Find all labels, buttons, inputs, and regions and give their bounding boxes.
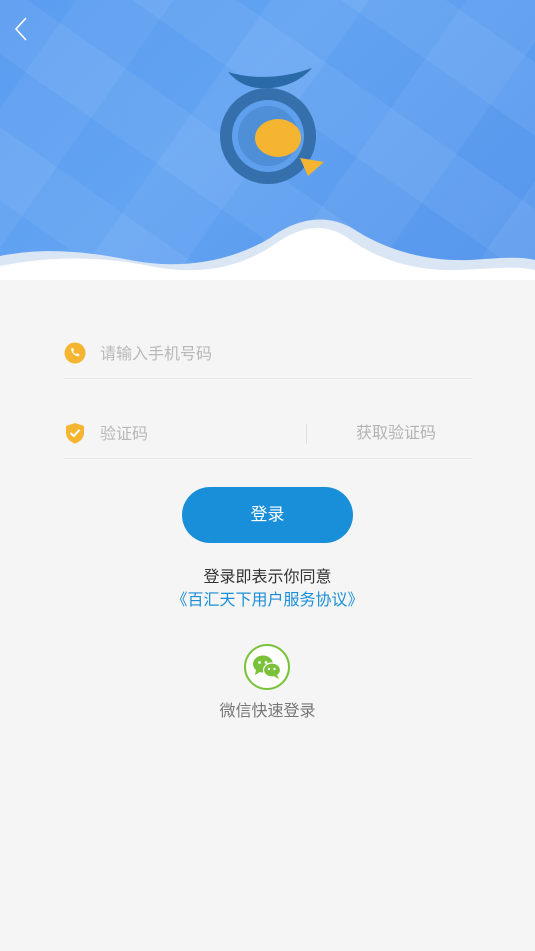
phone-field xyxy=(64,328,472,379)
agreement-text: 登录即表示你同意 xyxy=(203,567,332,586)
wechat-login-label[interactable]: 微信快速登录 xyxy=(0,697,535,721)
get-code-button[interactable]: 获取验证码 xyxy=(316,420,476,446)
phone-icon xyxy=(64,342,86,364)
wave-divider xyxy=(0,219,535,280)
app-logo xyxy=(220,68,324,184)
back-button[interactable] xyxy=(8,14,34,44)
verification-code-field: 获取验证码 xyxy=(64,408,472,459)
wechat-login-button[interactable] xyxy=(244,644,290,690)
header-banner xyxy=(0,0,535,280)
code-divider xyxy=(306,424,307,444)
agreement-link[interactable]: 《百汇天下用户服务协议》 xyxy=(0,586,535,610)
shield-check-icon xyxy=(66,423,84,444)
phone-input[interactable] xyxy=(100,338,290,368)
verification-code-input[interactable] xyxy=(100,418,290,448)
chevron-left-icon xyxy=(14,17,27,41)
wechat-icon xyxy=(253,655,282,679)
login-button[interactable]: 登录 xyxy=(182,487,353,543)
